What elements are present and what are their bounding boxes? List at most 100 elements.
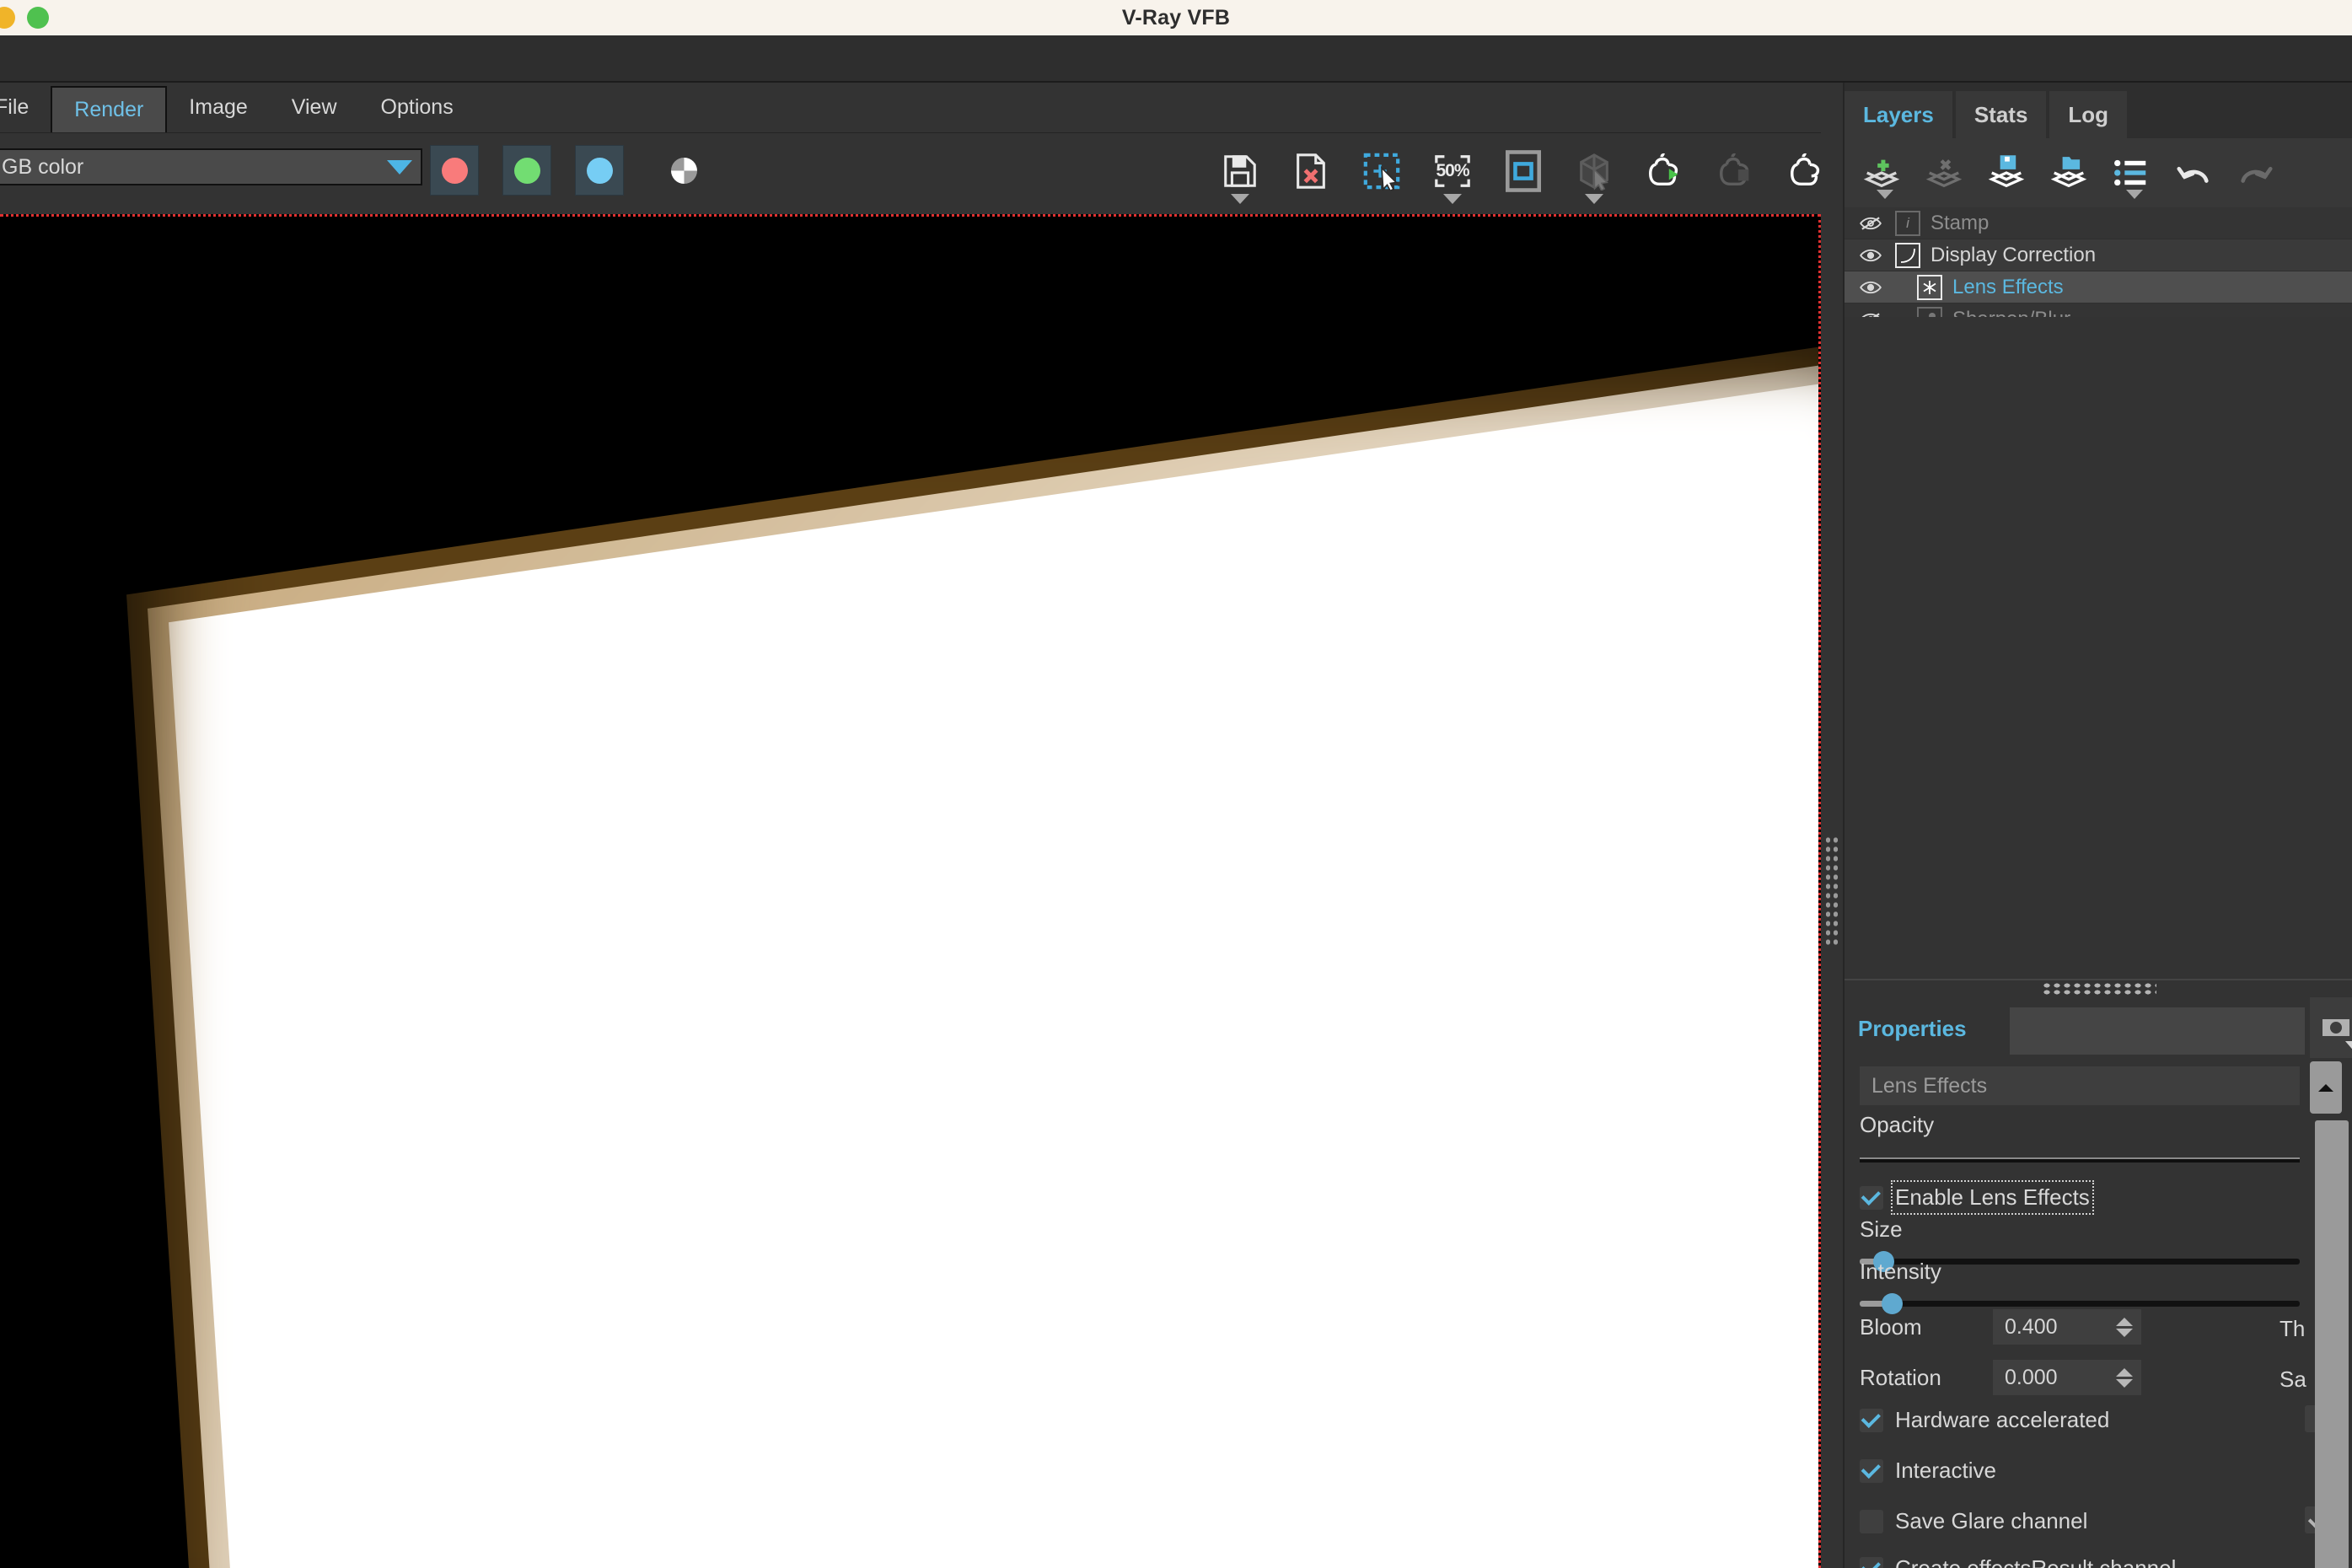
stepper-down-icon[interactable] <box>2116 1378 2133 1388</box>
hardware-accelerated-label: Hardware accelerated <box>1895 1407 2110 1432</box>
bloom-value: 0.400 <box>2005 1314 2058 1339</box>
render-canvas[interactable] <box>0 217 1818 1568</box>
vray-vfb-window: V-Ray VFB File Render Image View Options… <box>0 0 2352 1568</box>
blue-channel-toggle[interactable] <box>575 145 624 196</box>
rotation-value: 0.000 <box>2005 1365 2058 1389</box>
load-layers-button[interactable] <box>2047 148 2091 197</box>
menu-item-options[interactable]: Options <box>359 83 475 132</box>
save-image-button[interactable] <box>1214 142 1266 204</box>
enable-lens-effects-label: Enable Lens Effects <box>1891 1180 2094 1215</box>
save-layers-button[interactable] <box>1984 148 2028 197</box>
bloom-field[interactable]: 0.400 <box>1993 1309 2141 1345</box>
hardware-accelerated-row[interactable]: Hardware accelerated <box>1860 1407 2109 1433</box>
layer-list: i Stamp Display Correction Lens Effects <box>1845 207 2352 400</box>
undo-button[interactable] <box>2172 148 2215 197</box>
rotation-label: Rotation <box>1860 1364 1941 1390</box>
render-image-area[interactable] <box>0 214 1821 1568</box>
splitter-grip-icon <box>2042 982 2156 996</box>
interactive-checkbox[interactable] <box>1860 1458 1883 1483</box>
stop-render-button[interactable] <box>1710 142 1762 201</box>
visibility-on-icon[interactable] <box>1856 248 1885 263</box>
monochrome-toggle[interactable] <box>659 145 708 196</box>
create-effectsresult-row[interactable]: Create effectsResult channel <box>1860 1555 2176 1568</box>
zoom-level-button[interactable]: 50% <box>1426 142 1479 204</box>
hardware-accelerated-checkbox[interactable] <box>1860 1408 1883 1432</box>
add-layer-button[interactable] <box>1860 148 1904 199</box>
stepper-up-icon[interactable] <box>2116 1367 2133 1377</box>
redo-button[interactable] <box>2234 148 2278 197</box>
rotation-stepper[interactable] <box>2116 1367 2133 1388</box>
save-glare-channel-checkbox[interactable] <box>1860 1509 1883 1533</box>
chevron-down-icon <box>387 159 412 175</box>
layer-row-lens-effects[interactable]: Lens Effects <box>1845 271 2352 303</box>
menu-item-file[interactable]: File <box>0 83 51 132</box>
red-channel-toggle[interactable] <box>430 145 479 196</box>
properties-header-blank <box>2010 1007 2305 1055</box>
title-bar: V-Ray VFB <box>0 0 2352 35</box>
create-effectsresult-checkbox[interactable] <box>1860 1556 1883 1568</box>
curve-thumb-icon <box>1895 242 1920 268</box>
layer-name: Display Correction <box>1930 243 2097 266</box>
layer-row-display-correction[interactable]: Display Correction <box>1845 239 2352 271</box>
fit-to-window-button[interactable] <box>1497 142 1549 201</box>
clear-image-button[interactable] <box>1285 142 1337 201</box>
chevron-down-icon[interactable] <box>2345 1041 2352 1054</box>
intensity-label: Intensity <box>1860 1259 1941 1284</box>
intensity-slider[interactable] <box>1860 1293 2300 1314</box>
chevron-down-icon[interactable] <box>1877 190 1894 199</box>
menu-item-image[interactable]: Image <box>167 83 269 132</box>
checkerboard-icon <box>670 157 697 184</box>
properties-scrollbar[interactable] <box>2315 1120 2349 1568</box>
splitter-grip-icon <box>1824 835 1839 947</box>
thumbnail-icon <box>2322 1019 2349 1036</box>
tab-layers[interactable]: Layers <box>1845 91 1952 138</box>
stepper-up-icon[interactable] <box>2116 1317 2133 1326</box>
threshold-label-clipped: Th <box>2280 1316 2306 1341</box>
menu-bar: File Render Image View Options <box>0 83 1841 133</box>
layer-list-empty-space <box>1845 317 2352 983</box>
stepper-down-icon[interactable] <box>2116 1328 2133 1337</box>
bloom-stepper[interactable] <box>2116 1317 2133 1337</box>
save-glare-channel-label: Save Glare channel <box>1895 1508 2088 1533</box>
collapse-panel-button[interactable] <box>2310 1061 2342 1114</box>
visibility-off-icon[interactable] <box>1856 216 1885 231</box>
dock-tab-bar: Layers Stats Log <box>1845 83 2352 138</box>
green-channel-toggle[interactable] <box>502 145 551 196</box>
bloom-row: Bloom 0.400 <box>1860 1309 2300 1345</box>
visibility-on-icon[interactable] <box>1856 280 1885 295</box>
chevron-down-icon[interactable] <box>1585 194 1603 204</box>
blue-dot-icon <box>586 157 613 184</box>
save-glare-channel-row[interactable]: Save Glare channel <box>1860 1508 2087 1534</box>
channel-select[interactable]: GB color <box>0 148 422 185</box>
pick-object-button[interactable] <box>1568 142 1620 204</box>
layer-name: Stamp <box>1930 211 1990 234</box>
enable-lens-effects-row[interactable]: Enable Lens Effects <box>1860 1180 2094 1215</box>
layer-presets-button[interactable] <box>2109 148 2153 199</box>
chevron-down-icon[interactable] <box>1231 194 1249 204</box>
bloom-label: Bloom <box>1860 1313 1922 1340</box>
enable-lens-effects-checkbox[interactable] <box>1860 1185 1883 1210</box>
layer-row-stamp[interactable]: i Stamp <box>1845 207 2352 239</box>
interactive-row[interactable]: Interactive <box>1860 1458 1996 1484</box>
zoom-level-label: 50% <box>1436 161 1469 180</box>
tab-log[interactable]: Log <box>2049 91 2128 138</box>
tab-stats[interactable]: Stats <box>1955 91 2047 138</box>
info-thumb-icon: i <box>1895 210 1920 236</box>
render-last-button[interactable] <box>1639 142 1691 201</box>
vertical-splitter[interactable] <box>1821 214 1843 1568</box>
menu-item-render[interactable]: Render <box>51 86 168 132</box>
delete-layer-button[interactable] <box>1922 148 1966 197</box>
horizontal-splitter[interactable] <box>1845 979 2352 997</box>
chevron-down-icon[interactable] <box>2126 190 2144 199</box>
rotation-row: Rotation 0.000 <box>1860 1360 2300 1395</box>
menu-item-view[interactable]: View <box>270 83 359 132</box>
layer-name-field[interactable]: Lens Effects <box>1860 1066 2300 1105</box>
opacity-slider[interactable] <box>1860 1157 2300 1163</box>
top-toolbar-strip <box>0 35 2352 83</box>
chevron-down-icon[interactable] <box>1443 194 1462 204</box>
layer-toolbar <box>1845 138 2352 207</box>
region-select-button[interactable] <box>1356 142 1408 201</box>
properties-panel: Properties Lens Effects Opacity Enable L… <box>1845 997 2352 1568</box>
rotation-field[interactable]: 0.000 <box>1993 1360 2141 1395</box>
red-dot-icon <box>441 157 468 184</box>
